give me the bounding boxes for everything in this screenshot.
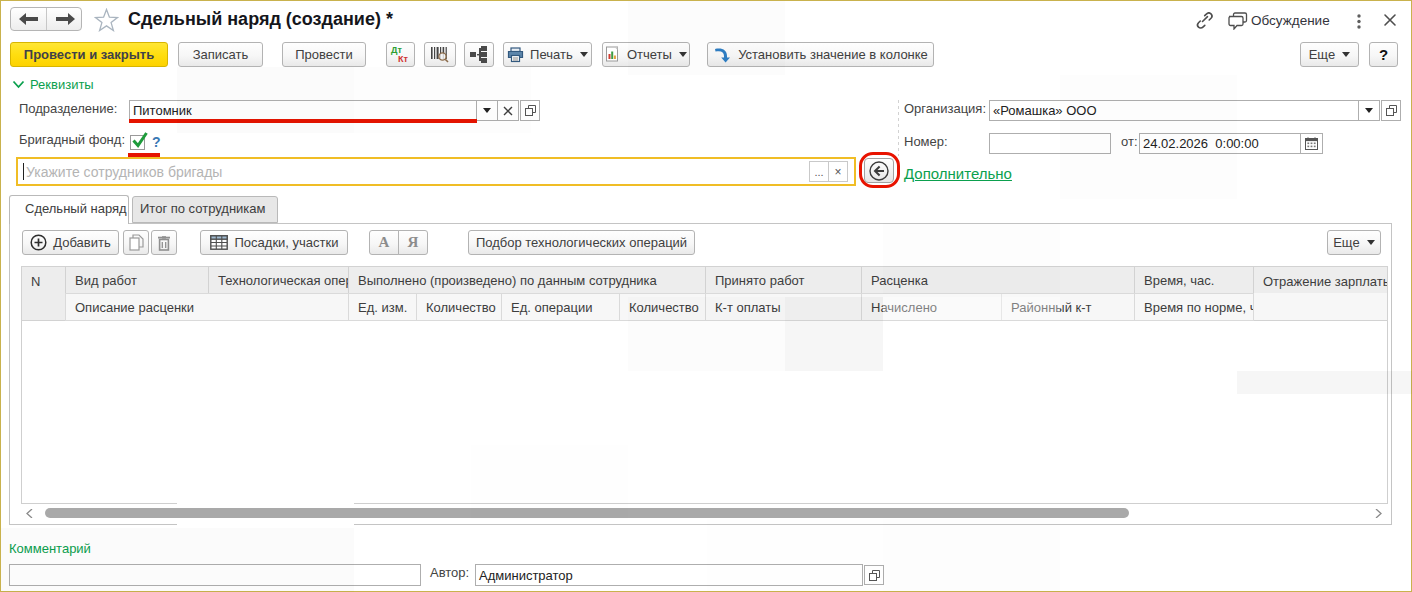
- svg-text:Кт: Кт: [398, 54, 408, 64]
